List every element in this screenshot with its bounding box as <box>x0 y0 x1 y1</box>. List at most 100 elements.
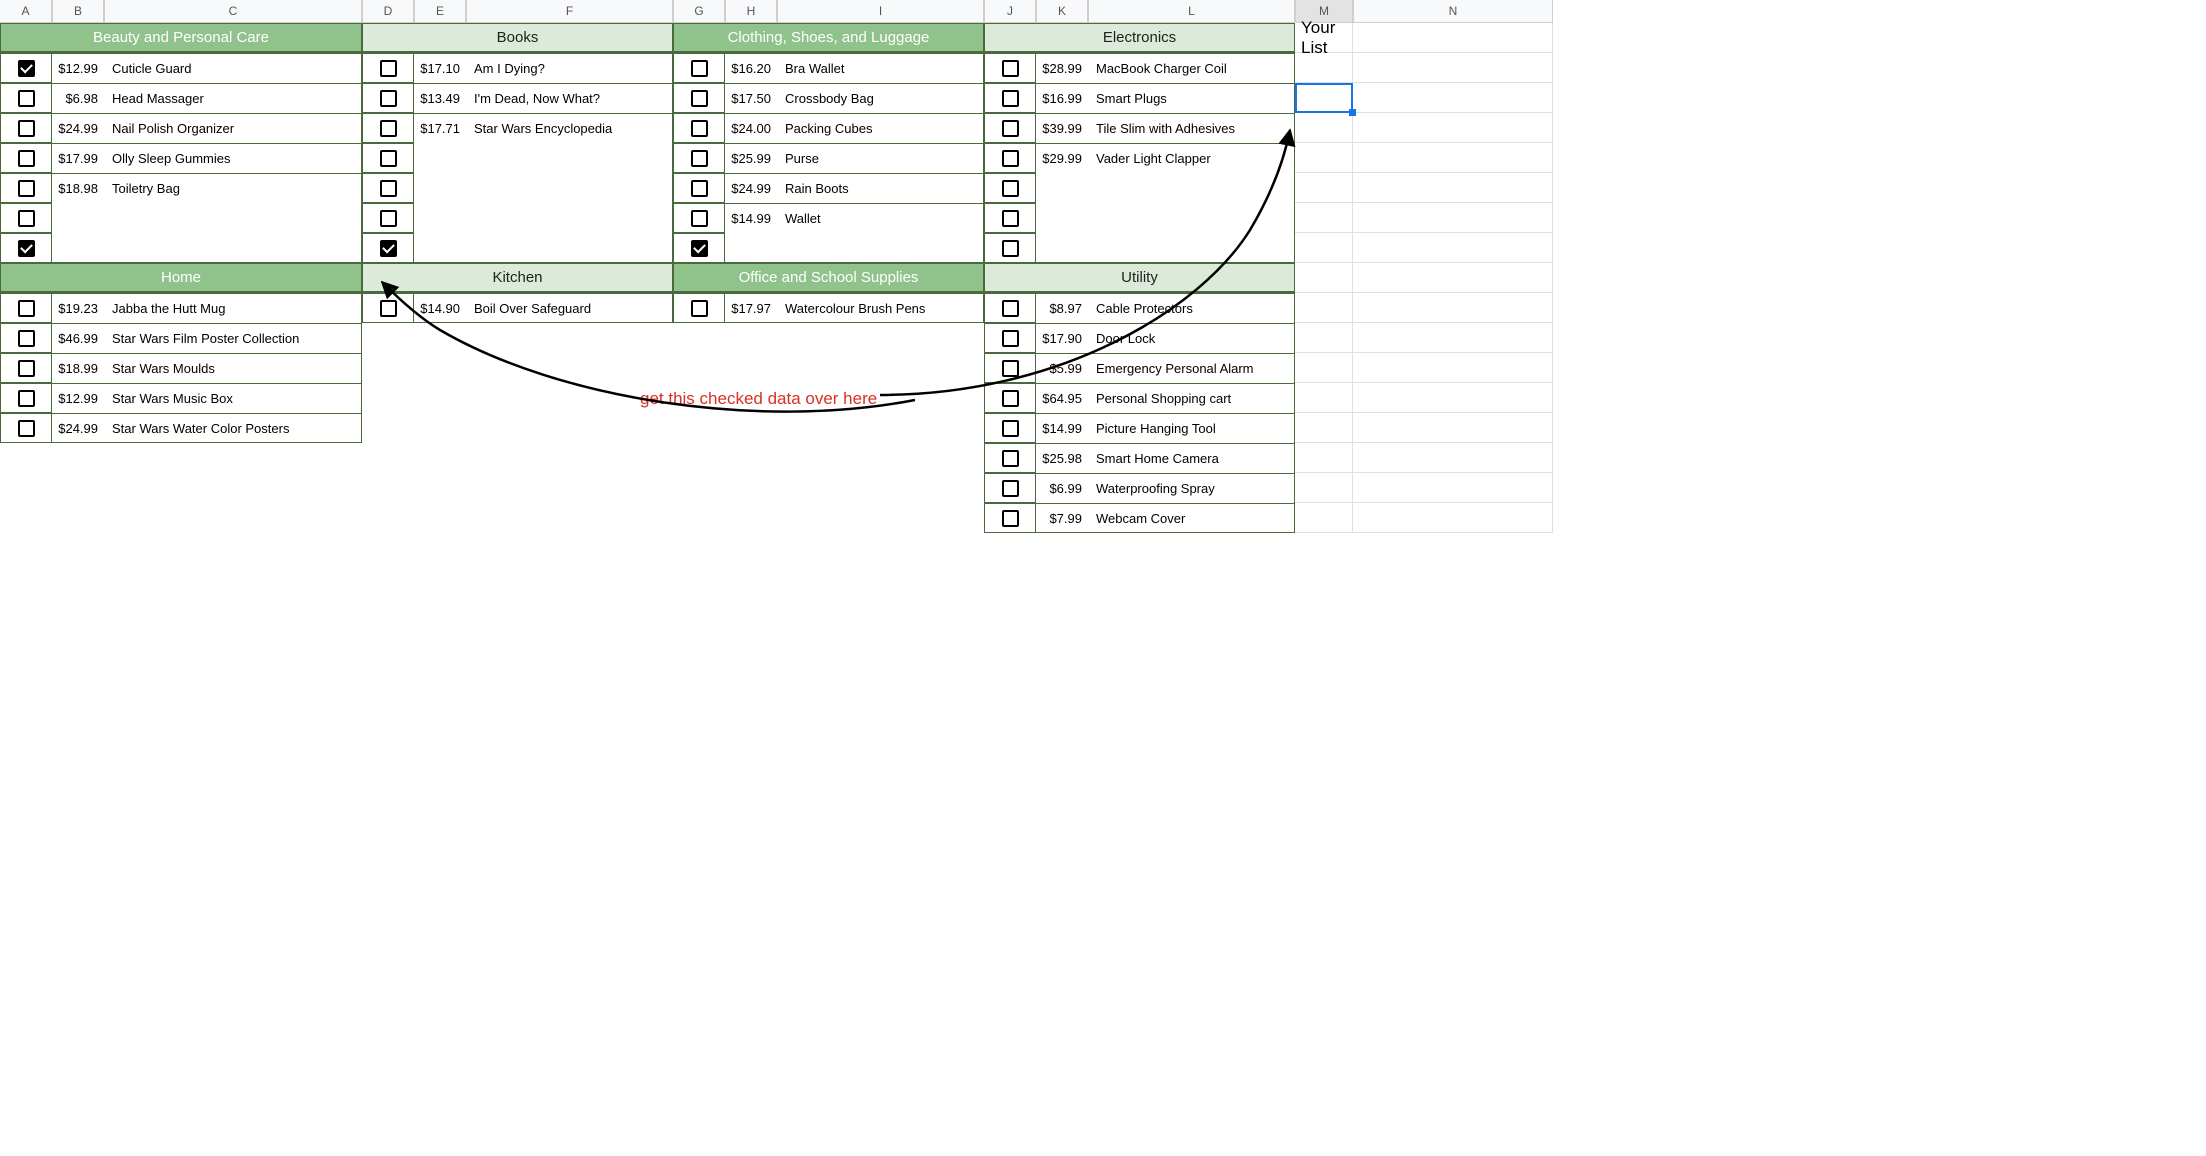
col-head-E[interactable]: E <box>414 0 466 23</box>
empty-cell[interactable] <box>673 443 725 473</box>
price-utility-3[interactable]: $64.95 <box>1036 383 1088 413</box>
price-home-1[interactable]: $46.99 <box>52 323 104 353</box>
name-beauty-5[interactable] <box>104 203 362 233</box>
name-beauty-0[interactable]: Cuticle Guard <box>104 53 362 83</box>
cell-N-5[interactable] <box>1353 113 1553 143</box>
price-beauty-4[interactable]: $18.98 <box>52 173 104 203</box>
empty-cell[interactable] <box>673 383 725 413</box>
price-utility-0[interactable]: $8.97 <box>1036 293 1088 323</box>
empty-cell[interactable] <box>362 473 414 503</box>
name-home-3[interactable]: Star Wars Music Box <box>104 383 362 413</box>
checkbox-icon[interactable] <box>1002 150 1019 167</box>
empty-cell[interactable] <box>725 503 777 533</box>
check-electronics-2[interactable] <box>984 113 1036 143</box>
checkbox-icon[interactable] <box>18 300 35 317</box>
check-office-0[interactable] <box>673 293 725 323</box>
name-clothing-4[interactable]: Rain Boots <box>777 173 984 203</box>
price-home-4[interactable]: $24.99 <box>52 413 104 443</box>
cell-N-10[interactable] <box>1353 263 1553 293</box>
empty-cell[interactable] <box>52 443 104 473</box>
name-electronics-1[interactable]: Smart Plugs <box>1088 83 1295 113</box>
cell-M-7[interactable] <box>1295 173 1353 203</box>
cell-M-15[interactable] <box>1295 413 1353 443</box>
cell-M-11[interactable] <box>1295 293 1353 323</box>
check-kitchen-0[interactable] <box>362 293 414 323</box>
price-utility-1[interactable]: $17.90 <box>1036 323 1088 353</box>
check-clothing-2[interactable] <box>673 113 725 143</box>
name-books-1[interactable]: I'm Dead, Now What? <box>466 83 673 113</box>
checkbox-icon[interactable] <box>1002 330 1019 347</box>
cell-M-17[interactable] <box>1295 473 1353 503</box>
check-home-4[interactable] <box>0 413 52 443</box>
col-head-K[interactable]: K <box>1036 0 1088 23</box>
check-books-6[interactable] <box>362 233 414 263</box>
cell-M-12[interactable] <box>1295 323 1353 353</box>
price-utility-5[interactable]: $25.98 <box>1036 443 1088 473</box>
name-clothing-2[interactable]: Packing Cubes <box>777 113 984 143</box>
price-electronics-2[interactable]: $39.99 <box>1036 113 1088 143</box>
checkbox-icon[interactable] <box>1002 360 1019 377</box>
empty-cell[interactable] <box>0 443 52 473</box>
empty-cell[interactable] <box>414 323 466 353</box>
checkbox-icon[interactable] <box>691 210 708 227</box>
cell-N-15[interactable] <box>1353 413 1553 443</box>
cell-N-6[interactable] <box>1353 143 1553 173</box>
empty-cell[interactable] <box>104 503 362 533</box>
cell-N-14[interactable] <box>1353 383 1553 413</box>
name-clothing-3[interactable]: Purse <box>777 143 984 173</box>
checkbox-icon[interactable] <box>691 60 708 77</box>
cell-N-7[interactable] <box>1353 173 1553 203</box>
empty-cell[interactable] <box>104 473 362 503</box>
name-utility-2[interactable]: Emergency Personal Alarm <box>1088 353 1295 383</box>
name-clothing-0[interactable]: Bra Wallet <box>777 53 984 83</box>
cell-M-3[interactable] <box>1295 53 1353 83</box>
empty-cell[interactable] <box>414 443 466 473</box>
check-clothing-1[interactable] <box>673 83 725 113</box>
col-head-L[interactable]: L <box>1088 0 1295 23</box>
check-books-3[interactable] <box>362 143 414 173</box>
name-kitchen-0[interactable]: Boil Over Safeguard <box>466 293 673 323</box>
cell-N-13[interactable] <box>1353 353 1553 383</box>
name-beauty-3[interactable]: Olly Sleep Gummies <box>104 143 362 173</box>
check-electronics-5[interactable] <box>984 203 1036 233</box>
empty-cell[interactable] <box>777 323 984 353</box>
empty-cell[interactable] <box>0 473 52 503</box>
name-electronics-5[interactable] <box>1088 203 1295 233</box>
checkbox-icon[interactable] <box>691 120 708 137</box>
checkbox-icon[interactable] <box>691 300 708 317</box>
empty-cell[interactable] <box>466 383 673 413</box>
empty-cell[interactable] <box>362 503 414 533</box>
your-list-header[interactable]: Your List <box>1295 23 1353 53</box>
empty-cell[interactable] <box>52 473 104 503</box>
price-electronics-6[interactable] <box>1036 233 1088 263</box>
empty-cell[interactable] <box>673 353 725 383</box>
name-books-4[interactable] <box>466 173 673 203</box>
check-utility-7[interactable] <box>984 503 1036 533</box>
cell-M-8[interactable] <box>1295 203 1353 233</box>
checkbox-icon[interactable] <box>1002 390 1019 407</box>
checkbox-icon[interactable] <box>18 420 35 437</box>
price-clothing-1[interactable]: $17.50 <box>725 83 777 113</box>
name-utility-0[interactable]: Cable Protectors <box>1088 293 1295 323</box>
price-clothing-5[interactable]: $14.99 <box>725 203 777 233</box>
cell-N-3[interactable] <box>1353 53 1553 83</box>
price-electronics-4[interactable] <box>1036 173 1088 203</box>
price-beauty-6[interactable] <box>52 233 104 263</box>
cell-N-16[interactable] <box>1353 443 1553 473</box>
cell-N-17[interactable] <box>1353 473 1553 503</box>
checkbox-icon[interactable] <box>691 90 708 107</box>
checkbox-icon[interactable] <box>380 120 397 137</box>
name-home-2[interactable]: Star Wars Moulds <box>104 353 362 383</box>
checkbox-icon[interactable] <box>1002 210 1019 227</box>
col-head-G[interactable]: G <box>673 0 725 23</box>
cell-N-8[interactable] <box>1353 203 1553 233</box>
checkbox-icon[interactable] <box>380 60 397 77</box>
checkbox-icon[interactable] <box>18 150 35 167</box>
col-head-J[interactable]: J <box>984 0 1036 23</box>
checkbox-icon[interactable] <box>1002 60 1019 77</box>
price-kitchen-0[interactable]: $14.90 <box>414 293 466 323</box>
cell-N-12[interactable] <box>1353 323 1553 353</box>
empty-cell[interactable] <box>414 353 466 383</box>
col-head-A[interactable]: A <box>0 0 52 23</box>
name-utility-6[interactable]: Waterproofing Spray <box>1088 473 1295 503</box>
